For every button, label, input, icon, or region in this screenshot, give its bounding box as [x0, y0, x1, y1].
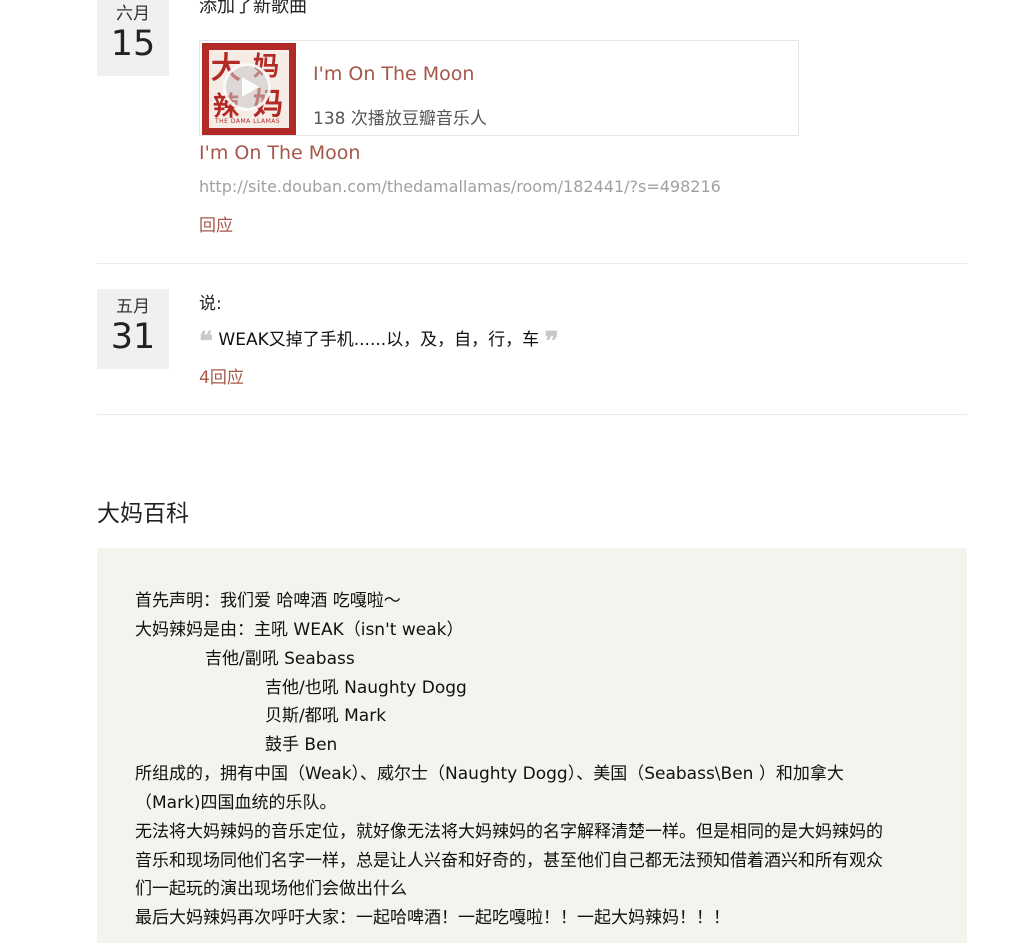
bio-line: 们一起玩的演出现场他们会做出什么 — [135, 879, 407, 899]
date-month: 六月 — [116, 4, 150, 24]
bio-line: 吉他/副吼 Seabass — [205, 649, 355, 669]
date-badge: 五月 31 — [97, 289, 169, 369]
cover-caption: THE DAMA LLAMAS — [215, 118, 281, 125]
bio-line: 无法将大妈辣妈的音乐定位，就好像无法将大妈辣妈的名字解释清楚一样。但是相同的是大… — [135, 822, 883, 842]
bio-line: 最后大妈辣妈再次呼吁大家：一起哈啤酒！一起吃嘎啦！！一起大妈辣妈！！！ — [135, 908, 730, 928]
date-badge: 六月 15 — [97, 0, 169, 76]
action-text: 说: — [199, 294, 222, 314]
bio-panel: 首先声明：我们爱 哈啤酒 吃嘎啦～ 大妈辣妈是由：主吼 WEAK（isn't w… — [97, 548, 967, 943]
action-text: 添加了新歌曲 — [199, 0, 307, 17]
song-play-count: 138 次播放豆瓣音乐人 — [313, 109, 487, 129]
feed-content: 添加了新歌曲 大 妈 辣 妈 THE DAMA LLAMAS I'm On Th… — [199, 0, 899, 256]
reply-link[interactable]: 4回应 — [199, 363, 244, 388]
quote-open-icon: ❝ — [199, 327, 213, 357]
bio-line: 大妈辣妈是由：主吼 WEAK（isn't weak） — [135, 620, 464, 640]
bio-line: 吉他/也吼 Naughty Dogg — [265, 678, 467, 698]
album-cover[interactable]: 大 妈 辣 妈 THE DAMA LLAMAS — [202, 43, 296, 135]
song-link[interactable]: I'm On The Moon — [199, 142, 360, 164]
date-month: 五月 — [116, 297, 150, 317]
song-url: http://site.douban.com/thedamallamas/roo… — [199, 177, 721, 196]
song-card[interactable]: 大 妈 辣 妈 THE DAMA LLAMAS I'm On The Moon … — [199, 40, 799, 136]
quote-close-icon: ❞ — [544, 327, 559, 357]
feed-item: 六月 15 添加了新歌曲 大 妈 辣 妈 THE DAMA LLAMAS I'm… — [97, 0, 967, 261]
feed-item: 五月 31 说: ❝ WEAK又掉了手机......以，及，自，行，车 ❞ 4回… — [97, 289, 967, 409]
bio-line: 鼓手 Ben — [265, 735, 338, 755]
divider — [97, 414, 967, 415]
play-icon[interactable] — [223, 63, 271, 111]
song-title-link[interactable]: I'm On The Moon — [313, 63, 474, 85]
bio-line: 首先声明：我们爱 哈啤酒 吃嘎啦～ — [135, 591, 401, 611]
bio-line: 音乐和现场同他们名字一样，总是让人兴奋和好奇的，甚至他们自己都无法预知借着酒兴和… — [135, 851, 883, 871]
section-title: 大妈百科 — [97, 501, 189, 527]
date-day: 31 — [110, 317, 156, 357]
date-day: 15 — [110, 24, 156, 64]
quote-text: WEAK又掉了手机......以，及，自，行，车 — [218, 330, 540, 350]
reply-link[interactable]: 回应 — [199, 211, 233, 236]
bio-line: 贝斯/都吼 Mark — [265, 706, 387, 726]
feed-content: 说: ❝ WEAK又掉了手机......以，及，自，行，车 ❞ 4回应 — [199, 289, 899, 399]
bio-line: 所组成的，拥有中国（Weak）、威尔士（Naughty Dogg）、美国（Sea… — [135, 764, 844, 784]
bio-line: （Mark)四国血统的乐队。 — [135, 793, 337, 813]
divider — [97, 263, 967, 264]
status-quote: ❝ WEAK又掉了手机......以，及，自，行，车 ❞ — [199, 325, 559, 357]
